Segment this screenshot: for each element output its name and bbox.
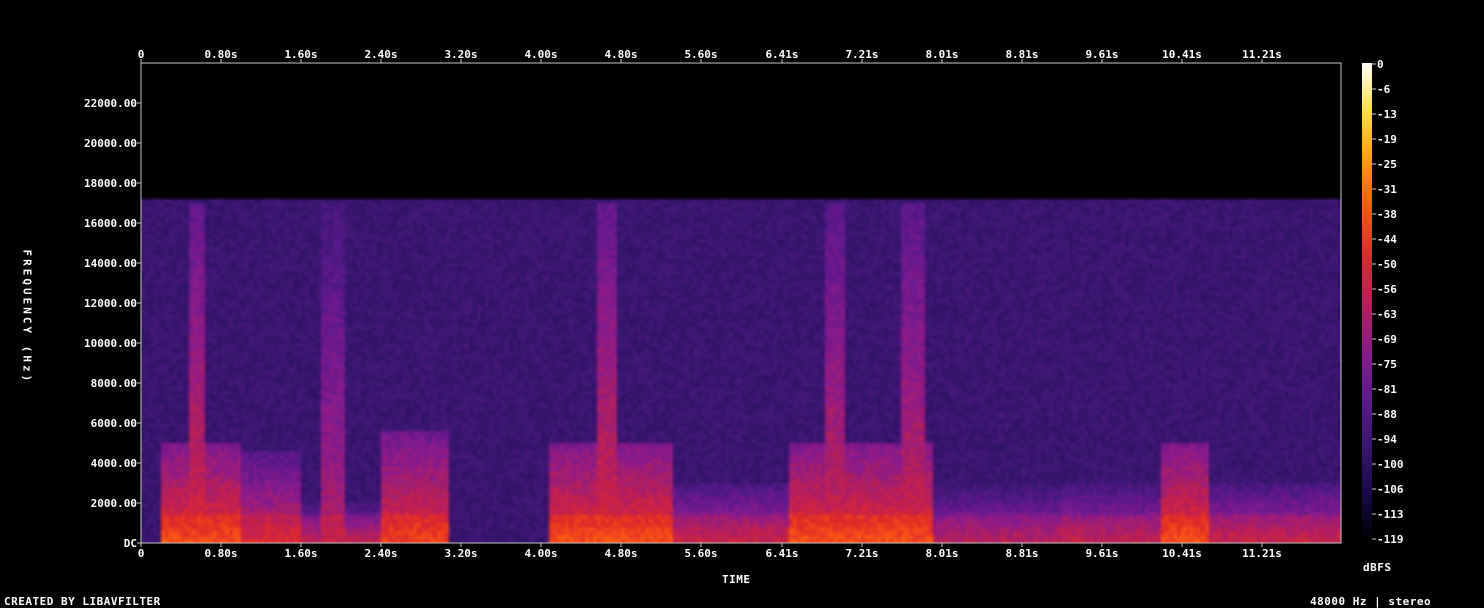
- x-tick-label: 1.60s: [284, 547, 317, 560]
- y-tick-label: 8000.00: [91, 377, 137, 390]
- x-tick-label: 6.41s: [765, 48, 798, 61]
- colorbar-tick-label: -50: [1377, 258, 1397, 271]
- x-axis-top: 0 0.80s 1.60s 2.40s 3.20s 4.00s 4.80s 5.60s 6.41…: [138, 48, 1282, 63]
- x-tick-label: 9.61s: [1085, 48, 1118, 61]
- y-axis: DC 2000.00 4000.00 6000.00 8000.00 10000.00 12…: [84, 97, 141, 550]
- colorbar-tick-label: -106: [1377, 483, 1404, 496]
- colorbar-tick-label: -100: [1377, 458, 1404, 471]
- colorbar-tick-label: -81: [1377, 383, 1397, 396]
- x-tick-label: 0: [138, 48, 145, 61]
- y-tick-label: 20000.00: [84, 137, 137, 150]
- x-tick-label: 0.80s: [204, 48, 237, 61]
- colorbar-tick-label: 0: [1377, 58, 1384, 71]
- y-axis-label: FREQUENCY (Hz): [20, 249, 34, 385]
- x-tick-label: 11.21s: [1242, 547, 1282, 560]
- colorbar-tick-label: -38: [1377, 208, 1397, 221]
- colorbar-tick-label: -19: [1377, 133, 1397, 146]
- x-tick-label: 6.41s: [765, 547, 798, 560]
- x-tick-label: 8.01s: [925, 547, 958, 560]
- x-tick-label: 4.00s: [524, 48, 557, 61]
- spectrogram-figure: 0 0.80s 1.60s 2.40s 3.20s 4.00s 4.80s 5.60s 6.41…: [84, 48, 1404, 560]
- y-tick-label: 4000.00: [91, 457, 137, 470]
- colorbar-axis: 0 -6 -13 -19 -25 -31 -38 -44 -50 -56 -63 -69 -75 -81 -…: [1372, 58, 1404, 546]
- x-tick-label: 4.00s: [524, 547, 557, 560]
- x-tick-label: 3.20s: [444, 48, 477, 61]
- colorbar-tick-label: -88: [1377, 408, 1397, 421]
- x-tick-label: 11.21s: [1242, 48, 1282, 61]
- spectrogram-image: [141, 63, 1341, 543]
- x-axis-label: TIME: [722, 573, 751, 586]
- colorbar-tick-label: -63: [1377, 308, 1397, 321]
- x-tick-label: 5.60s: [684, 547, 717, 560]
- x-tick-label: 7.21s: [845, 547, 878, 560]
- spectrogram-plot-area: [141, 63, 1341, 543]
- x-tick-label: 7.21s: [845, 48, 878, 61]
- colorbar-tick-label: -56: [1377, 283, 1397, 296]
- y-tick-label: 6000.00: [91, 417, 137, 430]
- x-tick-label: 2.40s: [364, 547, 397, 560]
- x-tick-label: 10.41s: [1162, 48, 1202, 61]
- x-tick-label: 10.41s: [1162, 547, 1202, 560]
- colorbar-unit-label: dBFS: [1363, 561, 1392, 574]
- y-tick-label: 12000.00: [84, 297, 137, 310]
- colorbar-tick-label: -69: [1377, 333, 1397, 346]
- y-tick-label: 10000.00: [84, 337, 137, 350]
- colorbar-tick-label: -75: [1377, 358, 1397, 371]
- colorbar-tick-label: -6: [1377, 83, 1391, 96]
- y-tick-label: 2000.00: [91, 497, 137, 510]
- x-tick-label: 8.01s: [925, 48, 958, 61]
- x-tick-label: 3.20s: [444, 547, 477, 560]
- colorbar-tick-label: -94: [1377, 433, 1397, 446]
- created-by-label: CREATED BY LIBAVFILTER: [4, 595, 161, 608]
- colorbar: [1362, 63, 1372, 541]
- x-tick-label: 0: [138, 547, 145, 560]
- x-tick-label: 4.80s: [604, 48, 637, 61]
- y-tick-label: DC: [124, 537, 137, 550]
- y-tick-label: 14000.00: [84, 257, 137, 270]
- colorbar-tick-label: -119: [1377, 533, 1404, 546]
- colorbar-tick-label: -113: [1377, 508, 1404, 521]
- x-tick-label: 8.81s: [1005, 48, 1038, 61]
- y-tick-label: 18000.00: [84, 177, 137, 190]
- x-tick-label: 9.61s: [1085, 547, 1118, 560]
- x-tick-label: 2.40s: [364, 48, 397, 61]
- x-tick-label: 8.81s: [1005, 547, 1038, 560]
- y-tick-label: 22000.00: [84, 97, 137, 110]
- x-tick-label: 4.80s: [604, 547, 637, 560]
- x-tick-label: 5.60s: [684, 48, 717, 61]
- colorbar-tick-label: -13: [1377, 108, 1397, 121]
- y-tick-label: 16000.00: [84, 217, 137, 230]
- sample-info-label: 48000 Hz | stereo: [1310, 595, 1432, 608]
- x-tick-label: 1.60s: [284, 48, 317, 61]
- x-tick-label: 0.80s: [204, 547, 237, 560]
- x-axis-bottom: 0 0.80s 1.60s 2.40s 3.20s 4.00s 4.80s 5.60s 6.41…: [138, 543, 1282, 560]
- colorbar-tick-label: -31: [1377, 183, 1397, 196]
- colorbar-tick-label: -25: [1377, 158, 1397, 171]
- colorbar-tick-label: -44: [1377, 233, 1397, 246]
